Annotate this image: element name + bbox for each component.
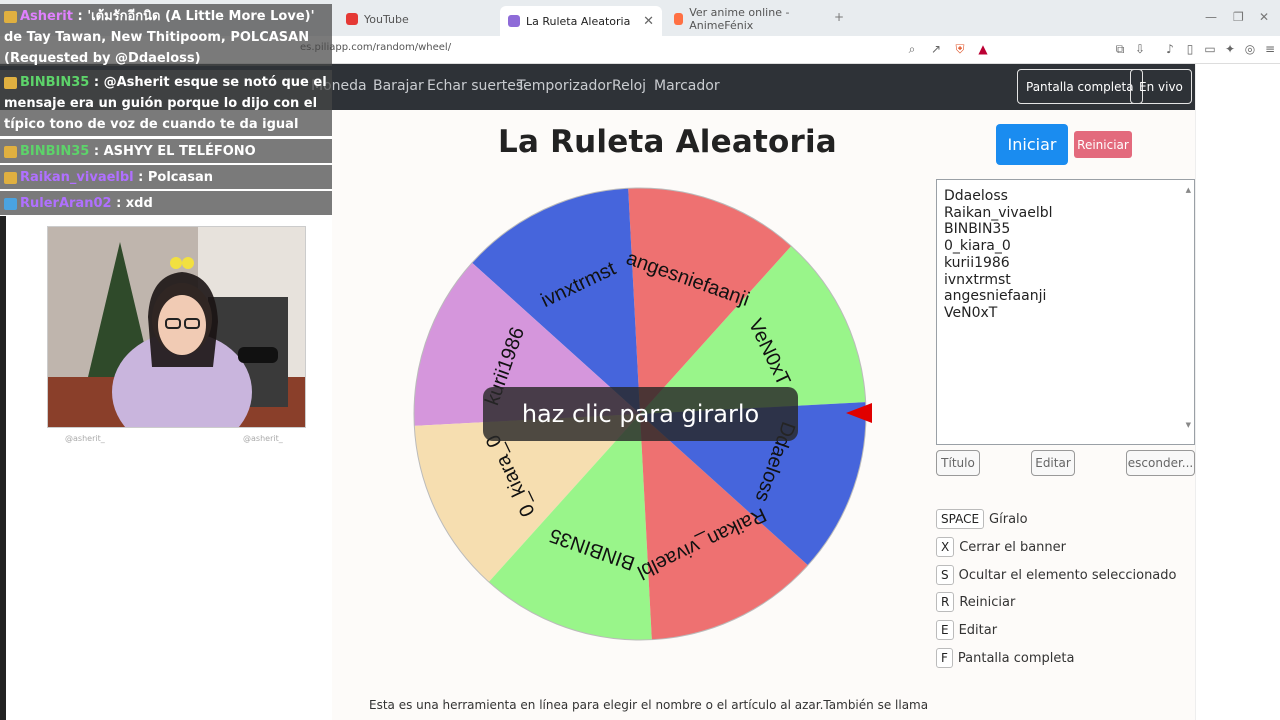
download-icon[interactable]: ⇩	[1132, 41, 1148, 57]
entry-line: VeN0xT	[944, 304, 998, 321]
brave-shield-icon[interactable]: ⛨	[952, 41, 968, 57]
hide-button[interactable]: esconder...	[1126, 450, 1195, 476]
shortcut-e: E Editar	[936, 620, 997, 640]
nav-reloj[interactable]: Reloj	[612, 78, 646, 94]
chat-username: RulerAran02	[20, 196, 112, 211]
shortcut-key: R	[936, 592, 955, 612]
mod-badge-icon	[4, 197, 17, 210]
nav-barajar[interactable]: Barajar	[373, 78, 424, 94]
chat-text: : ASHYY EL TELÉFONO	[89, 144, 256, 159]
chat-message: RulerAran02 : xdd	[0, 191, 332, 215]
left-edge	[0, 216, 6, 720]
shortcut-key: SPACE	[936, 509, 985, 529]
edit-button[interactable]: Editar	[1031, 450, 1075, 476]
extensions-icon[interactable]: ⧉	[1112, 41, 1128, 57]
page-scroll-area	[1195, 64, 1280, 720]
reset-button[interactable]: Reiniciar	[1074, 131, 1132, 158]
chat-text: : Polcasan	[133, 170, 214, 185]
entry-line: kurii1986	[944, 254, 1010, 271]
music-icon[interactable]: ♪	[1162, 41, 1178, 57]
entry-line: 0_kiara_0	[944, 238, 1011, 255]
entry-line: angesniefaanji	[944, 288, 1047, 305]
sub-badge-icon	[4, 145, 17, 158]
chat-username: BINBIN35	[20, 144, 90, 159]
close-icon[interactable]: ✕	[643, 14, 654, 29]
cam-label: @asherit_	[243, 434, 283, 443]
piliapp-icon	[508, 15, 520, 27]
shortcut-r: R Reiniciar	[936, 592, 1015, 612]
shortcut-space: SPACE Gíralo	[936, 509, 1028, 529]
chat-username: BINBIN35	[20, 75, 90, 90]
fullscreen-button[interactable]: Pantalla completa	[1017, 69, 1143, 104]
new-tab-icon[interactable]: +	[834, 10, 844, 24]
shortcut-key: X	[936, 537, 955, 557]
vpn-icon[interactable]: ◎	[1242, 41, 1258, 57]
wallet-icon[interactable]: ▭	[1202, 41, 1218, 57]
nav-temporizador[interactable]: Temporizador	[517, 78, 612, 94]
leo-icon[interactable]: ✦	[1222, 41, 1238, 57]
webcam-feed	[47, 226, 306, 428]
entry-line: Ddaeloss	[944, 188, 1008, 204]
youtube-icon	[346, 13, 358, 25]
shortcut-x: X Cerrar el banner	[936, 537, 1066, 557]
shortcut-label: Gíralo	[989, 511, 1028, 527]
description-text: Esta es una herramienta en línea para el…	[369, 698, 929, 712]
spin-prompt[interactable]: haz clic para girarlo	[483, 387, 798, 441]
chat-text: : xdd	[111, 196, 153, 211]
shortcut-key: S	[936, 565, 954, 585]
shortcut-label: Editar	[958, 622, 998, 638]
sub-badge-icon	[4, 171, 17, 184]
cam-social-labels: @asherit_ @asherit_	[55, 432, 300, 446]
rewards-icon[interactable]: ▲	[975, 41, 991, 57]
chat-username: Raikan_vivaelbl	[20, 170, 134, 185]
nav-marcador[interactable]: Marcador	[654, 78, 720, 94]
shortcut-label: Pantalla completa	[957, 650, 1075, 666]
entries-textarea[interactable]: Ddaeloss Raikan_vivaelbl BINBIN35 0_kiar…	[936, 179, 1195, 445]
shortcut-label: Reiniciar	[959, 594, 1016, 610]
tab-youtube[interactable]: YouTube	[338, 8, 498, 30]
chat-message: Raikan_vivaelbl : Polcasan	[0, 165, 332, 189]
chat-message: BINBIN35 : @Asherit esque se notó que el…	[0, 70, 332, 153]
animefenix-icon	[674, 13, 684, 25]
chat-message: Asherit : 'เต้มรักอีกนิด (A Little More …	[0, 4, 332, 66]
chat-username: Asherit	[20, 9, 73, 24]
shortcut-label: Ocultar el elemento seleccionado	[958, 567, 1177, 583]
shortcut-key: E	[936, 620, 954, 640]
scroll-down-icon[interactable]: ▼	[1186, 417, 1191, 434]
menu-icon[interactable]: ≡	[1262, 41, 1278, 57]
zoom-icon[interactable]: ⌕	[904, 41, 920, 57]
live-button[interactable]: En vivo	[1130, 69, 1192, 104]
share-icon[interactable]: ↗	[928, 41, 944, 57]
sub-badge-icon	[4, 76, 17, 89]
nav-echar-suertes[interactable]: Echar suertes	[427, 78, 523, 94]
broadcaster-badge-icon	[4, 10, 17, 23]
tab-label: Ver anime online - AnimeFénix	[689, 6, 790, 32]
shortcut-f: F Pantalla completa	[936, 648, 1074, 668]
tab-label: YouTube	[364, 12, 409, 26]
entry-line: ivnxtrmst	[944, 271, 1011, 288]
close-window-icon[interactable]: ✕	[1259, 10, 1269, 24]
chat-message: BINBIN35 : ASHYY EL TELÉFONO	[0, 139, 332, 163]
page-title: La Ruleta Aleatoria	[498, 124, 837, 160]
restore-icon[interactable]: ❐	[1233, 10, 1244, 24]
tab-label: La Ruleta Aleatoria	[526, 14, 631, 28]
shortcut-key: F	[936, 648, 953, 668]
entry-line: Raikan_vivaelbl	[944, 204, 1053, 221]
tab-animefenix[interactable]: Ver anime online - AnimeFénix	[666, 6, 826, 32]
cam-label: @asherit_	[65, 434, 105, 443]
stream-chat: Asherit : 'เต้มรักอีกนิด (A Little More …	[0, 0, 332, 216]
tab-ruleta[interactable]: La Ruleta Aleatoria ✕	[500, 6, 662, 36]
title-button[interactable]: Título	[936, 450, 980, 476]
scroll-up-icon[interactable]: ▲	[1186, 182, 1191, 199]
shortcut-label: Cerrar el banner	[959, 539, 1066, 555]
start-button[interactable]: Iniciar	[996, 124, 1068, 165]
shortcut-s: S Ocultar el elemento seleccionado	[936, 565, 1176, 585]
entry-line: BINBIN35	[944, 221, 1011, 238]
sidebar-icon[interactable]: ▯	[1182, 41, 1198, 57]
minimize-icon[interactable]: —	[1205, 10, 1217, 24]
